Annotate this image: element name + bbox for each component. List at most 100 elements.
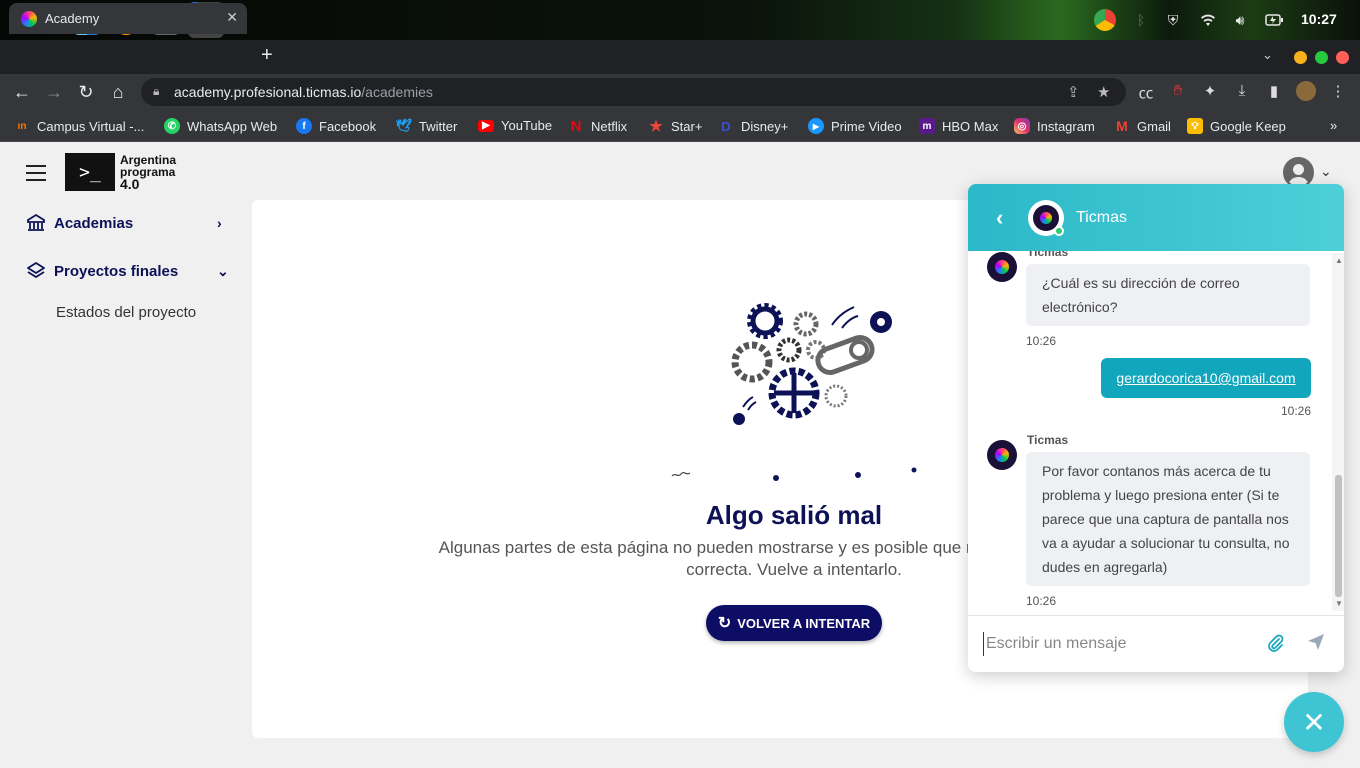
- message-time: 10:26: [1281, 404, 1312, 418]
- netflix-icon: N: [570, 117, 582, 135]
- keep-icon: 💡︎: [1187, 118, 1203, 134]
- message-bubble: ¿Cuál es su dirección de correo electrón…: [1026, 264, 1310, 326]
- retry-button[interactable]: ↻ VOLVER A INTENTAR: [706, 605, 882, 641]
- url-path: /academies: [361, 84, 433, 100]
- tab-strip: [0, 40, 1360, 74]
- side-panel-icon[interactable]: ▮: [1264, 82, 1284, 100]
- bot-avatar: [987, 440, 1017, 470]
- twitter-icon: 🕊︎: [395, 118, 413, 133]
- bookmark-item[interactable]: ◎ Instagram: [1014, 118, 1095, 134]
- bookmark-item[interactable]: ✆ WhatsApp Web: [164, 118, 277, 134]
- share-icon[interactable]: ⇪: [1067, 83, 1080, 101]
- bookmark-item[interactable]: f Facebook: [296, 118, 376, 134]
- address-bar[interactable]: 🔒︎ academy.profesional.ticmas.io/academi…: [141, 78, 1126, 106]
- scrollbar-thumb[interactable]: [1335, 475, 1342, 597]
- bookmark-label: WhatsApp Web: [187, 118, 278, 134]
- chrome-tray-icon[interactable]: [1094, 9, 1116, 31]
- extensions-puzzle-icon[interactable]: ✦: [1200, 82, 1220, 100]
- bookmark-item[interactable]: 🕊︎ Twitter: [395, 118, 458, 134]
- bluetooth-icon[interactable]: ᛒ: [1131, 10, 1151, 30]
- chat-message-input[interactable]: [983, 632, 1253, 656]
- sidebar-item-proyectos-finales[interactable]: Proyectos finales: [26, 261, 178, 281]
- profile-avatar-icon[interactable]: [1296, 81, 1316, 101]
- chat-input-bar: [968, 615, 1344, 672]
- chevron-down-icon[interactable]: ⌄: [217, 263, 229, 280]
- bookmark-item[interactable]: ★ Star+: [648, 118, 703, 135]
- message-sender: Ticmas: [1027, 251, 1069, 259]
- chat-title: Ticmas: [1076, 209, 1127, 226]
- bookmark-item[interactable]: ▶ YouTube: [478, 118, 552, 133]
- chat-messages[interactable]: Ticmas ¿Cuál es su dirección de correo e…: [968, 251, 1344, 615]
- paperclip-icon[interactable]: [1265, 633, 1285, 659]
- bookmark-label: Google Keep: [1210, 118, 1286, 134]
- forward-icon[interactable]: →: [44, 82, 64, 102]
- retry-button-label: VOLVER A INTENTAR: [737, 615, 871, 631]
- bookmark-star-icon[interactable]: ★: [1097, 83, 1110, 101]
- email-link[interactable]: gerardocorica10@gmail.com: [1116, 370, 1295, 386]
- bookmark-item[interactable]: M Gmail: [1114, 118, 1171, 134]
- close-chat-button[interactable]: ✕: [1284, 692, 1344, 752]
- bookmark-label: HBO Max: [942, 118, 999, 134]
- bookmark-label: Instagram: [1037, 118, 1095, 134]
- bookmark-label: Twitter: [419, 118, 458, 134]
- bookmark-item[interactable]: m HBO Max: [919, 118, 998, 134]
- scroll-up-icon[interactable]: ▲: [1335, 256, 1343, 265]
- message-time: 10:26: [1026, 334, 1057, 348]
- facebook-icon: f: [296, 118, 312, 134]
- chat-header: ‹ Ticmas: [968, 184, 1344, 251]
- chevron-right-icon[interactable]: ›: [217, 215, 222, 231]
- download-icon[interactable]: ⤓: [1232, 82, 1252, 99]
- lock-icon[interactable]: 🔒︎: [153, 84, 159, 99]
- menu-icon[interactable]: [26, 165, 46, 181]
- tab-title: Academy: [45, 11, 100, 26]
- scroll-down-icon[interactable]: ▼: [1335, 599, 1343, 608]
- sidebar-item-label: Academias: [54, 214, 134, 232]
- url-text: academy.profesional.ticmas.io/academies: [174, 84, 433, 100]
- bookmark-item[interactable]: 💡︎ Google Keep: [1187, 118, 1286, 134]
- back-icon[interactable]: ←: [12, 82, 32, 102]
- bookmark-label: Facebook: [319, 118, 377, 134]
- wifi-icon[interactable]: [1198, 10, 1218, 30]
- close-window-button[interactable]: [1336, 51, 1349, 64]
- star-icon: ★: [649, 118, 663, 135]
- sidebar-item-academias[interactable]: Academias: [26, 213, 133, 233]
- bookmark-item[interactable]: ın Campus Virtual -...: [14, 118, 145, 134]
- retry-icon: ↻: [717, 615, 732, 632]
- bot-avatar: [987, 252, 1017, 282]
- new-tab-button[interactable]: +: [261, 44, 273, 67]
- bookmark-item[interactable]: D Disney+: [718, 118, 788, 134]
- sidebar-subitem-estados[interactable]: Estados del proyecto: [56, 304, 196, 321]
- close-icon: ✕: [1302, 706, 1326, 738]
- bookmark-item[interactable]: N Netflix: [568, 117, 628, 135]
- back-chevron-icon[interactable]: ‹: [996, 205, 1003, 231]
- bookmark-label: Disney+: [741, 118, 789, 134]
- message-time: 10:26: [1026, 594, 1057, 608]
- extension-hand-icon[interactable]: ✋︎: [1168, 82, 1188, 99]
- more-bookmarks-icon[interactable]: »: [1330, 118, 1337, 133]
- youtube-icon: ▶: [478, 119, 494, 132]
- minimize-button[interactable]: [1294, 51, 1307, 64]
- bookmark-label: Prime Video: [831, 118, 902, 134]
- bookmark-label: Star+: [671, 118, 703, 134]
- volume-icon[interactable]: 🔊︎: [1230, 10, 1250, 30]
- logo-text: Argentina programa 4.0: [120, 154, 176, 191]
- reload-icon[interactable]: ↻: [76, 82, 96, 102]
- shield-icon[interactable]: ⛨: [1163, 10, 1183, 30]
- send-icon[interactable]: [1307, 633, 1325, 656]
- logo[interactable]: >_ Argentina programa 4.0: [65, 153, 176, 191]
- tab-search-chevron-icon[interactable]: ⌄: [1262, 47, 1273, 63]
- extension-cc-icon[interactable]: ㏄: [1136, 82, 1156, 103]
- instagram-icon: ◎: [1014, 118, 1030, 134]
- bookmark-item[interactable]: ▶ Prime Video: [808, 118, 902, 134]
- bookmark-label: Campus Virtual -...: [37, 118, 145, 134]
- maximize-button[interactable]: [1315, 51, 1328, 64]
- battery-icon[interactable]: [1264, 10, 1284, 30]
- home-icon[interactable]: ⌂: [108, 82, 128, 102]
- close-tab-icon[interactable]: ✕: [226, 9, 238, 26]
- chat-scrollbar[interactable]: ▲ ▼: [1332, 253, 1344, 611]
- chat-widget: ‹ Ticmas Ticmas ¿Cuál es su dirección de…: [968, 184, 1344, 672]
- user-menu-chevron-icon[interactable]: ⌄: [1320, 163, 1332, 180]
- browser-tab[interactable]: Academy ✕: [9, 3, 247, 34]
- clock[interactable]: 10:27: [1301, 11, 1337, 27]
- chrome-menu-icon[interactable]: ⋮: [1328, 82, 1348, 100]
